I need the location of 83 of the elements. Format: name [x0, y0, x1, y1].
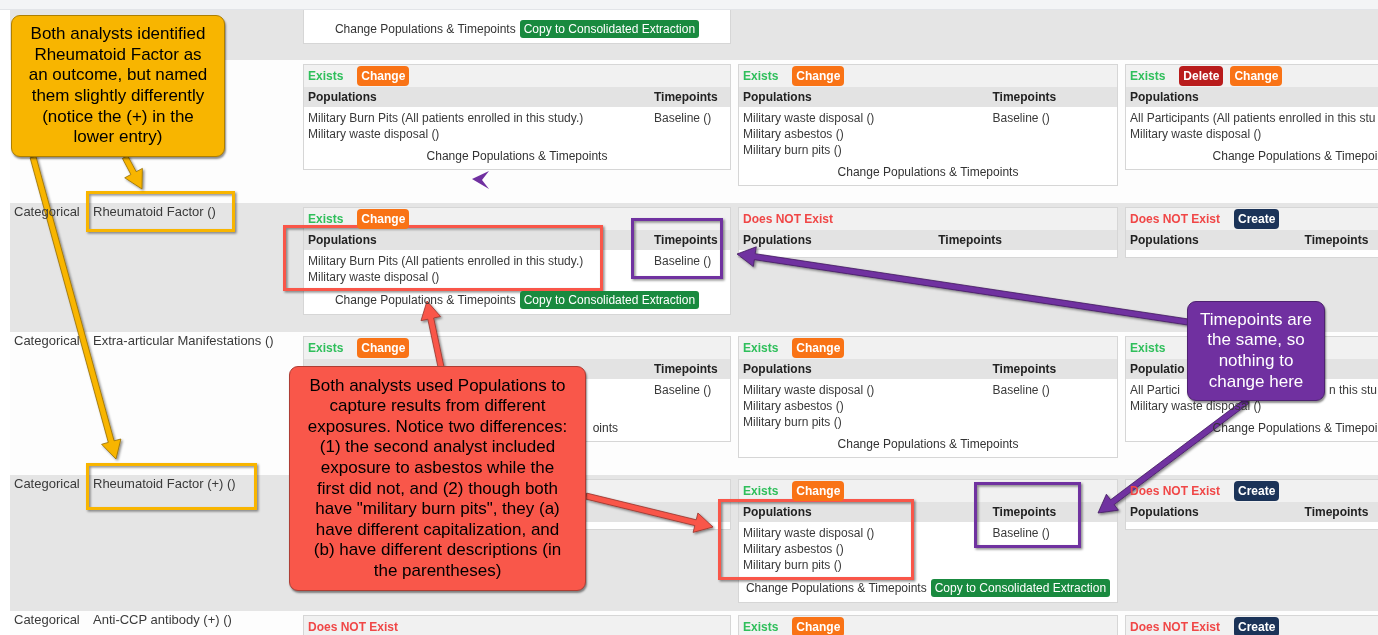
create-button[interactable]: Create [1234, 481, 1280, 501]
table-cell: Military burn pits () [743, 415, 842, 429]
status-label: Exists [308, 212, 344, 226]
outcome-name: Rheumatoid Factor () [93, 204, 216, 219]
table-cell: Baseline () [654, 383, 712, 397]
table-cell: Military asbestos () [743, 399, 844, 413]
table-cell: Military waste disposal () [1130, 127, 1262, 141]
column-heading: Timepoints [1304, 233, 1369, 247]
callout-note: Both analysts used Populations to capture results from different exposures. Notice two differences: (1) the second analyst included exposure to asbestos while the first did not, and (2) though both have "military burn pits", they (a) have different capitalization, and (b) have different descriptions (in the parentheses) [289, 366, 586, 591]
column-heading: Populations [1130, 233, 1199, 247]
column-heading: Populations [743, 233, 812, 247]
change-populations-link[interactable]: Change Populations & Timepoints [745, 580, 927, 596]
table-cell: Military burn pits () [743, 143, 842, 157]
type-label: Categorical [14, 333, 80, 348]
status-label: Exists [743, 341, 779, 355]
table-cell: Military waste disposal () [743, 526, 875, 540]
status-label: Exists [743, 620, 779, 634]
outcome-name: Rheumatoid Factor (+) () [93, 476, 236, 491]
column-heading: Populations [743, 362, 812, 376]
column-heading: Populatio [1130, 362, 1185, 376]
change-populations-link[interactable]: Change Populations & Timepoi [1212, 420, 1378, 436]
column-heading: Populations [1130, 505, 1199, 519]
table-cell: Military asbestos () [743, 542, 844, 556]
status-label: Does NOT Exist [1130, 620, 1221, 634]
callout-note: Timepoints are the same, so nothing to change here [1187, 301, 1325, 401]
column-heading: Populations [308, 90, 377, 104]
change-populations-link[interactable]: Change Populations & Timepoints [837, 164, 1019, 180]
table-cell: Baseline () [992, 526, 1050, 540]
column-heading: Timepoints [938, 233, 1002, 247]
copy-button[interactable]: Copy to Consolidated Extraction [519, 291, 700, 309]
column-heading: Populations [743, 505, 812, 519]
status-label: Exists [743, 484, 779, 498]
outcome-name: Extra-articular Manifestations () [93, 333, 274, 348]
table-cell: Military waste disposal () [743, 111, 875, 125]
change-populations-link[interactable]: oints [592, 420, 618, 436]
status-label: Exists [308, 69, 344, 83]
type-label: Categorical [14, 476, 80, 491]
status-label: Does NOT Exist [1130, 212, 1221, 226]
outcome-name: Anti-CCP antibody (+) () [93, 612, 232, 627]
arrowhead-icon [472, 171, 489, 189]
table-cell: Military waste disposal () [743, 383, 875, 397]
type-label: Categorical [14, 612, 80, 627]
create-button[interactable]: Create [1234, 209, 1280, 229]
status-label: Does NOT Exist [743, 212, 834, 226]
table-cell: Military Burn Pits (All patients enrolled in this study.) [308, 111, 584, 125]
change-populations-link[interactable]: Change Populations & Timepoints [837, 436, 1019, 452]
status-label: Exists [308, 341, 344, 355]
copy-button[interactable]: Copy to Consolidated Extraction [930, 579, 1111, 597]
status-label: Exists [1130, 341, 1166, 355]
status-label: Exists [743, 69, 779, 83]
create-button[interactable]: Create [1234, 617, 1280, 635]
column-heading: Timepoints [654, 90, 718, 104]
change-populations-link[interactable]: Change Populations & Timepoints [334, 292, 516, 308]
table-cell: Military Burn Pits (All patients enrolled in this study.) [308, 254, 584, 268]
status-label: Does NOT Exist [308, 620, 399, 634]
table-cell: Baseline () [654, 254, 712, 268]
table-cell: Military burn pits () [743, 558, 842, 572]
table-cell: Military waste disposal () [308, 127, 440, 141]
copy-button[interactable]: Copy to Consolidated Extraction [519, 20, 700, 38]
delete-button[interactable]: Delete [1179, 66, 1224, 86]
table-cell: n this stu [1329, 382, 1378, 398]
status-label: Exists [1130, 69, 1166, 83]
column-heading: Timepoints [992, 505, 1057, 519]
table-cell: All Participants (All patients enrolled in this stu [1130, 111, 1376, 125]
table-cell: Baseline () [654, 111, 712, 125]
column-heading: Timepoints [992, 90, 1057, 104]
column-heading: Populations [308, 233, 377, 247]
change-populations-link[interactable]: Change Populations & Timepoints [334, 21, 516, 37]
column-heading: Timepoints [654, 362, 718, 376]
table-cell: Baseline () [992, 111, 1050, 125]
table-cell: Baseline () [992, 383, 1050, 397]
change-populations-link[interactable]: Change Populations & Timepoi [1212, 148, 1378, 164]
table-cell: Military asbestos () [743, 127, 844, 141]
change-populations-link[interactable]: Change Populations & Timepoints [426, 148, 608, 164]
column-heading: Populations [1130, 90, 1199, 104]
column-heading: Timepoints [654, 233, 718, 247]
callout-note: Both analysts identified Rheumatoid Factor as an outcome, but named them slightly differently (notice the (+) in the lower entry) [11, 15, 225, 157]
column-heading: Populations [743, 90, 812, 104]
column-heading: Timepoints [1304, 505, 1369, 519]
table-cell: Military waste disposal () [308, 270, 440, 284]
status-label: Does NOT Exist [1130, 484, 1221, 498]
table-cell: All Partici [1130, 382, 1180, 398]
column-heading: Timepoints [992, 362, 1057, 376]
